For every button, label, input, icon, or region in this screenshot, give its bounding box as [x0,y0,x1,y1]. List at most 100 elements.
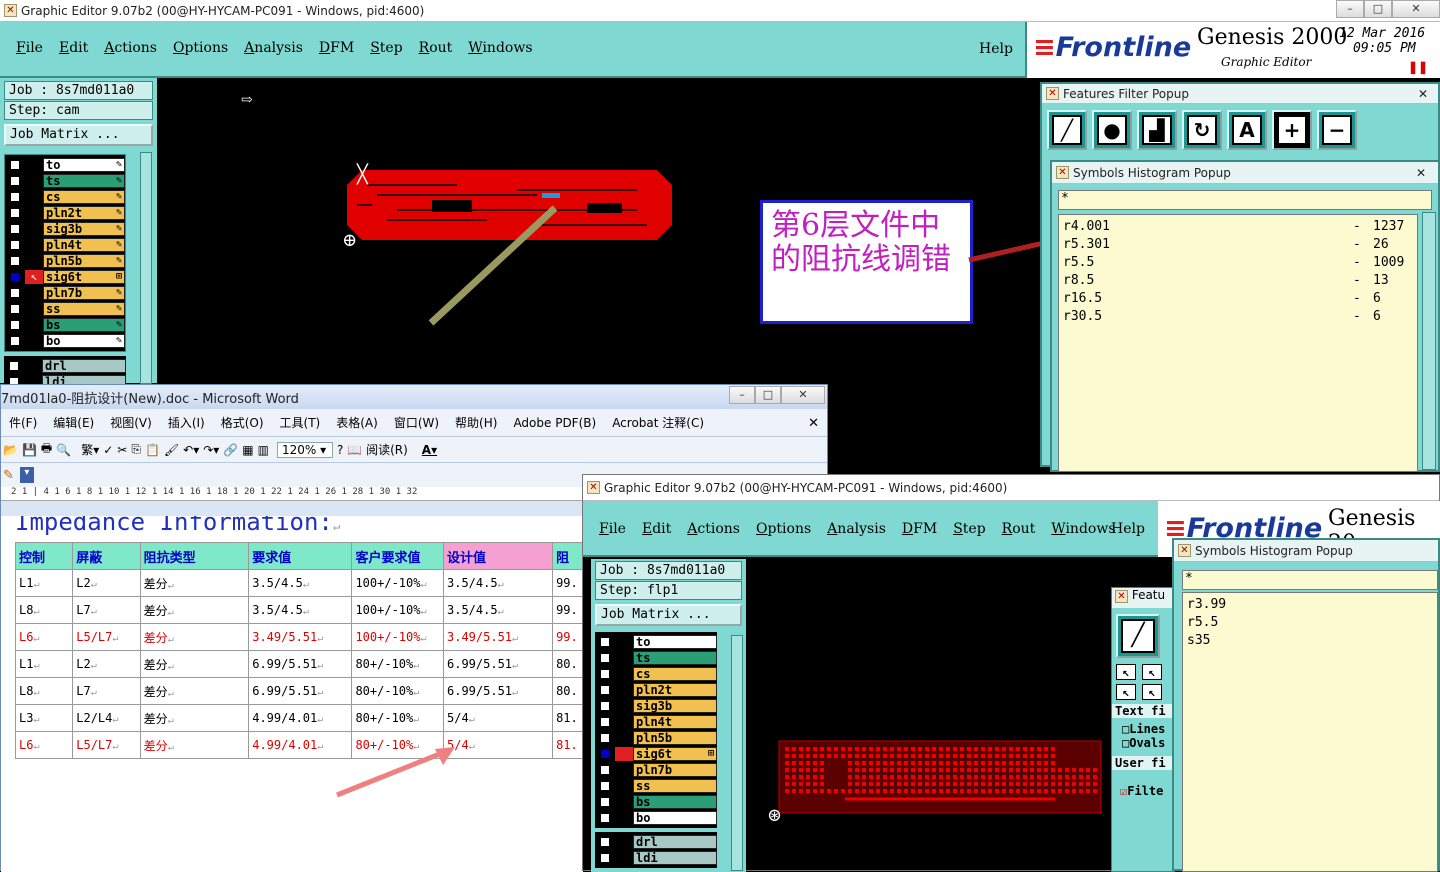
layer-checkbox[interactable] [599,764,611,776]
layer-row[interactable]: ss [597,778,717,794]
word-doc-close-icon[interactable]: ✕ [808,416,819,431]
word-menu-item[interactable]: 帮助(H) [447,414,505,431]
layer-name[interactable]: ts [633,651,717,665]
layer-name[interactable]: pln5b ✎ [43,254,125,268]
layer-checkbox[interactable] [599,684,611,696]
pause-icon[interactable]: ❚❚ [1408,60,1428,74]
layer-checkbox[interactable] [9,223,21,235]
layer-scrollbar[interactable] [140,152,152,384]
save-icon[interactable]: 💾 [22,443,37,457]
layer-name[interactable]: to [633,635,717,649]
layer-row[interactable]: bs ✎ [7,317,125,333]
lines-checkbox[interactable]: □Lines [1112,722,1174,736]
undo-icon[interactable]: ↶▾ [183,443,199,457]
second-menu-item[interactable]: Rout [994,521,1044,537]
layer-checkbox[interactable] [599,716,611,728]
layer-name[interactable]: pln7b [633,763,717,777]
layer-row[interactable]: sig3b ✎ [7,221,125,237]
layer-name[interactable]: ss [633,779,717,793]
layer-row[interactable]: to ✎ [7,157,125,173]
layer-name[interactable]: bs [633,795,717,809]
drill-layer-name[interactable]: drl [42,359,126,373]
layer-checkbox[interactable] [599,636,611,648]
layer-name[interactable]: to ✎ [43,158,125,172]
layer-checkbox[interactable] [9,271,21,283]
zoom-select[interactable]: 120% ▾ [276,441,333,458]
text-icon[interactable]: A [1227,110,1267,150]
word-menu-item[interactable]: 工具(T) [272,414,329,431]
maximize-button[interactable]: □ [1364,0,1392,18]
layer-row[interactable]: ts [597,650,717,666]
second-histogram-filter-input[interactable]: * [1182,570,1438,590]
layer-checkbox[interactable] [599,748,611,760]
layer-checkbox[interactable] [599,836,611,848]
preview-icon[interactable]: 🔍 [56,443,71,457]
layer-checkbox[interactable] [599,852,611,864]
layer-row[interactable]: pln7b [597,762,717,778]
layer-row[interactable]: pln4t [597,714,717,730]
pad-icon[interactable]: ● [1092,110,1132,150]
layer-checkbox[interactable] [599,700,611,712]
word-menu-item[interactable]: Adobe PDF(B) [505,416,604,430]
help-icon[interactable]: ? [337,443,343,457]
histogram-scrollbar[interactable] [1422,212,1436,470]
layer-checkbox[interactable] [599,732,611,744]
layer-name[interactable]: ss ✎ [43,302,125,316]
second-line-icon[interactable]: ╱ [1116,614,1160,658]
layer-name[interactable]: pln4t [633,715,717,729]
layer-row[interactable]: pln7b ✎ [7,285,125,301]
layer-name[interactable]: pln2t ✎ [43,206,125,220]
minus-icon[interactable]: − [1317,110,1357,150]
layer-row[interactable]: ss ✎ [7,301,125,317]
histogram-filter-input[interactable]: * [1058,190,1432,210]
histogram-row[interactable]: s35 [1187,632,1433,650]
menu-actions[interactable]: Actions [96,40,165,56]
select-arrow-icon-4[interactable]: ↖ [1142,684,1162,700]
layer-row[interactable]: bs [597,794,717,810]
histogram-row[interactable]: r5.5 -1009 [1063,254,1413,272]
layer-checkbox[interactable] [9,255,21,267]
drill-layer-row[interactable]: drl [6,358,126,374]
spell-icon[interactable]: ✓ [103,443,113,457]
line-icon[interactable]: ╱ [1047,110,1087,150]
word-menu-item[interactable]: 格式(O) [213,414,272,431]
word-menu-item[interactable]: 表格(A) [328,414,386,431]
histogram-close-icon[interactable]: ✕ [1416,166,1426,180]
menu-dfm[interactable]: DFM [311,40,362,56]
close-button[interactable]: ✕ [1392,0,1440,18]
layer-name[interactable]: ts ✎ [43,174,125,188]
traditional-chinese-icon[interactable]: 繁▾ [81,441,99,458]
table-icon[interactable]: ▦ [242,443,253,457]
format-painter-icon[interactable]: 🖌 [164,443,179,457]
layer-name[interactable]: sig6t ⊞ [43,270,125,284]
layer-row[interactable]: ↖ sig6t ⊞ [7,269,125,285]
histogram-row[interactable]: r16.5 -6 [1063,290,1413,308]
layer-checkbox[interactable] [599,668,611,680]
menu-edit[interactable]: Edit [51,40,96,56]
layer-row[interactable]: pln4t ✎ [7,237,125,253]
layer-name[interactable]: pln7b ✎ [43,286,125,300]
layer-checkbox[interactable] [9,191,21,203]
histogram-row[interactable]: r3.99 [1187,596,1433,614]
second-job-matrix-button[interactable]: Job Matrix ... [595,604,742,626]
drill-layer-row[interactable]: ldi [597,850,717,866]
layer-row[interactable]: sig3b [597,698,717,714]
layer-name[interactable]: pln2t [633,683,717,697]
surface-icon[interactable]: ▟ [1137,110,1177,150]
layer-row[interactable]: pln5b ✎ [7,253,125,269]
minimize-button[interactable]: – [1336,0,1364,18]
second-menu-item[interactable]: Step [945,521,993,537]
layer-checkbox[interactable] [599,812,611,824]
second-menu-item[interactable]: DFM [894,521,945,537]
layer-name[interactable]: bs ✎ [43,318,125,332]
word-menu-item[interactable]: 件(F) [1,414,45,431]
toolbar-options-icon[interactable]: ▾ [19,467,34,483]
layer-name[interactable]: pln5b [633,731,717,745]
word-menu-item[interactable]: 视图(V) [102,414,160,431]
drill-layer-name[interactable]: ldi [633,851,717,865]
layer-checkbox[interactable] [9,159,21,171]
second-menu-item[interactable]: Options [748,521,819,537]
layer-name[interactable]: bo ✎ [43,334,125,348]
layer-name[interactable]: cs [633,667,717,681]
menu-rout[interactable]: Rout [411,40,461,56]
